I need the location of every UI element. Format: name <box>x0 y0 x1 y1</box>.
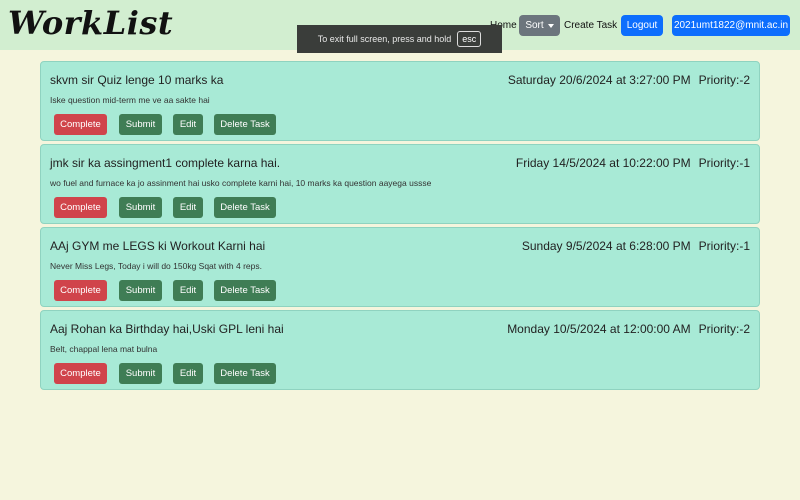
delete-task-button[interactable]: Delete Task <box>214 114 276 135</box>
task-priority: Priority:-2 <box>698 322 750 336</box>
fullscreen-exit-notice: To exit full screen, press and hold esc <box>297 25 502 53</box>
task-title: jmk sir ka assingment1 complete karna ha… <box>50 156 281 170</box>
logout-button[interactable]: Logout <box>621 15 663 36</box>
task-datetime: Monday 10/5/2024 at 12:00:00 AM <box>507 322 691 336</box>
edit-button[interactable]: Edit <box>173 280 203 301</box>
task-card: jmk sir ka assingment1 complete karna ha… <box>40 144 760 224</box>
task-priority: Priority:-2 <box>698 73 750 87</box>
delete-task-button[interactable]: Delete Task <box>214 197 276 218</box>
complete-button[interactable]: Complete <box>54 363 107 384</box>
edit-button[interactable]: Edit <box>173 197 203 218</box>
task-meta: Sunday 9/5/2024 at 6:28:00 PM Priority:-1 <box>522 239 750 253</box>
task-priority: Priority:-1 <box>698 156 750 170</box>
task-datetime: Saturday 20/6/2024 at 3:27:00 PM <box>507 73 691 87</box>
esc-key-badge: esc <box>457 31 482 47</box>
sort-label: Sort <box>525 20 544 31</box>
task-card: skvm sir Quiz lenge 10 marks ka Saturday… <box>40 61 760 141</box>
sort-dropdown-button[interactable]: Sort <box>519 15 560 36</box>
edit-button[interactable]: Edit <box>173 114 203 135</box>
fullscreen-notice-text: To exit full screen, press and hold <box>317 34 452 44</box>
edit-button[interactable]: Edit <box>173 363 203 384</box>
task-title: skvm sir Quiz lenge 10 marks ka <box>50 73 224 87</box>
submit-button[interactable]: Submit <box>119 280 162 301</box>
submit-button[interactable]: Submit <box>119 197 162 218</box>
task-title: AAj GYM me LEGS ki Workout Karni hai <box>50 239 266 253</box>
task-card: Aaj Rohan ka Birthday hai,Uski GPL leni … <box>40 310 760 390</box>
delete-task-button[interactable]: Delete Task <box>214 280 276 301</box>
user-email-button[interactable]: 2021umt1822@mnit.ac.in <box>672 15 790 36</box>
task-datetime: Sunday 9/5/2024 at 6:28:00 PM <box>521 239 691 253</box>
task-description: Never Miss Legs, Today i will do 150kg S… <box>50 261 262 271</box>
task-card: AAj GYM me LEGS ki Workout Karni hai Sun… <box>40 227 760 307</box>
task-datetime: Friday 14/5/2024 at 10:22:00 PM <box>515 156 691 170</box>
task-meta: Monday 10/5/2024 at 12:00:00 AM Priority:… <box>507 322 750 336</box>
task-priority: Priority:-1 <box>698 239 750 253</box>
task-description: Belt, chappal lena mat bulna <box>50 344 158 354</box>
submit-button[interactable]: Submit <box>119 363 162 384</box>
task-description: wo fuel and furnace ka jo assinment hai … <box>50 178 432 188</box>
complete-button[interactable]: Complete <box>54 114 107 135</box>
caret-down-icon <box>547 23 554 28</box>
task-description: Iske question mid-term me ve aa sakte ha… <box>50 95 210 105</box>
delete-task-button[interactable]: Delete Task <box>214 363 276 384</box>
task-title: Aaj Rohan ka Birthday hai,Uski GPL leni … <box>50 322 284 336</box>
task-meta: Saturday 20/6/2024 at 3:27:00 PM Priority… <box>508 73 750 87</box>
complete-button[interactable]: Complete <box>54 280 107 301</box>
submit-button[interactable]: Submit <box>119 114 162 135</box>
nav-create-task-link[interactable]: Create Task <box>564 20 617 31</box>
complete-button[interactable]: Complete <box>54 197 107 218</box>
brand-logo[interactable]: WorkList <box>8 4 173 42</box>
task-meta: Friday 14/5/2024 at 10:22:00 PM Priority:… <box>516 156 750 170</box>
